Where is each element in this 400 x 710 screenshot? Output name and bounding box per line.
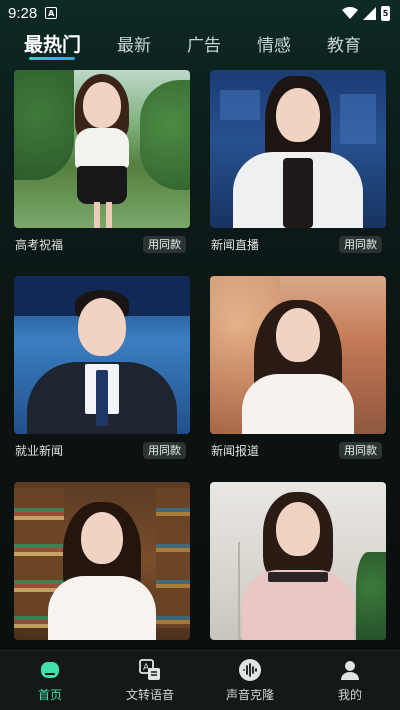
use-template-button[interactable]: 用同款 — [143, 442, 186, 459]
template-title: 新闻报道 — [211, 444, 260, 458]
text-to-speech-icon: A — [138, 658, 162, 682]
template-thumbnail[interactable] — [14, 70, 190, 228]
status-bar: 9:28 A 5 — [0, 0, 400, 26]
use-template-button[interactable]: 用同款 — [339, 236, 382, 253]
use-template-button[interactable]: 用同款 — [143, 236, 186, 253]
profile-icon — [338, 658, 362, 682]
tab-latest[interactable]: 最新 — [117, 26, 151, 60]
template-thumbnail[interactable] — [14, 276, 190, 434]
template-title: 高考祝福 — [15, 238, 64, 252]
nav-home[interactable]: 首页 — [0, 658, 100, 703]
template-card[interactable]: 新闻直播 用同款 — [210, 70, 386, 276]
nav-label: 声音克隆 — [225, 688, 274, 702]
voice-clone-icon — [238, 658, 262, 682]
tab-label: 教育 — [327, 35, 362, 56]
template-title: 新闻直播 — [211, 238, 260, 252]
template-card[interactable]: 就业新闻 用同款 — [14, 276, 190, 482]
template-thumbnail[interactable] — [210, 482, 386, 640]
home-icon — [38, 658, 62, 682]
nav-label: 文转语音 — [125, 688, 174, 702]
template-thumbnail[interactable] — [210, 276, 386, 434]
use-template-button[interactable]: 用同款 — [339, 442, 382, 459]
tab-label: 最热门 — [24, 33, 82, 56]
tab-label: 广告 — [187, 35, 222, 56]
wifi-icon — [342, 6, 358, 19]
battery-icon: 5 — [381, 5, 390, 21]
tab-hottest[interactable]: 最热门 — [24, 26, 81, 60]
bottom-nav: 首页 A 文转语音 声音克隆 我的 — [0, 650, 400, 710]
template-card[interactable]: 新闻报道 用同款 — [210, 276, 386, 482]
template-title: 就业新闻 — [15, 444, 64, 458]
nav-profile[interactable]: 我的 — [300, 658, 400, 703]
tab-emotion[interactable]: 情感 — [257, 26, 291, 60]
tab-education[interactable]: 教育 — [327, 26, 361, 60]
nav-label: 我的 — [337, 688, 362, 702]
tab-label: 最新 — [117, 35, 152, 56]
nav-text-to-speech[interactable]: A 文转语音 — [100, 658, 200, 703]
template-thumbnail[interactable] — [14, 482, 190, 640]
notification-icon: A — [45, 7, 58, 19]
template-card[interactable]: 高考祝福 用同款 — [14, 70, 190, 276]
status-time: 9:28 — [8, 4, 38, 22]
nav-label: 首页 — [37, 688, 62, 702]
signal-icon — [363, 6, 376, 20]
category-tabs: 最热门 最新 广告 情感 教育 — [0, 26, 400, 62]
nav-voice-clone[interactable]: 声音克隆 — [200, 658, 300, 703]
tab-ads[interactable]: 广告 — [187, 26, 221, 60]
tab-label: 情感 — [257, 35, 292, 56]
template-thumbnail[interactable] — [210, 70, 386, 228]
active-tab-indicator — [29, 57, 75, 60]
template-grid: 高考祝福 用同款 新闻直播 用同款 就业新闻 用同款 新闻报道 用同款 — [14, 70, 386, 688]
